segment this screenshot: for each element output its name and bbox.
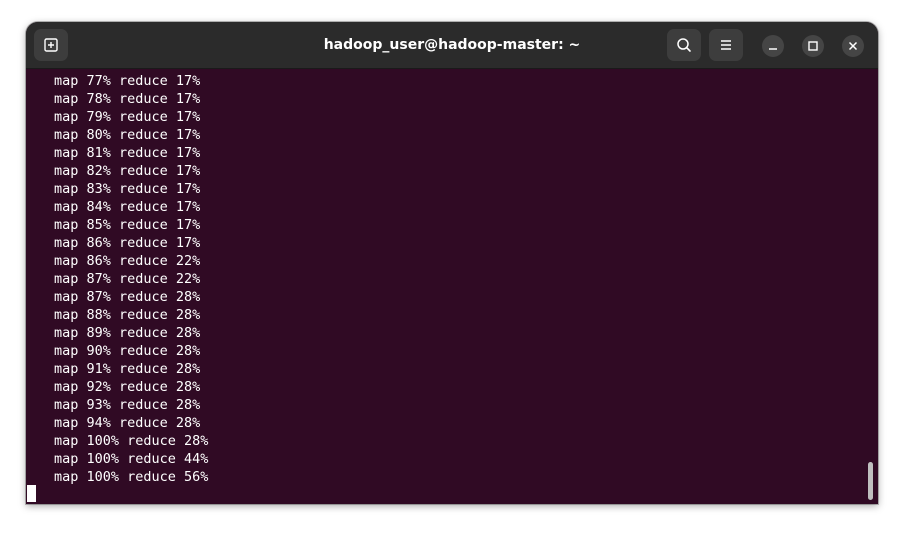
titlebar: hadoop_user@hadoop-master: ~ (26, 22, 878, 69)
output-line: map 82% reduce 17% (54, 163, 201, 179)
maximize-icon (808, 41, 818, 51)
hamburger-menu-icon (721, 40, 731, 50)
output-line: map 94% reduce 28% (54, 415, 201, 431)
terminal-output[interactable]: map 77% reduce 17% map 78% reduce 17% ma… (26, 69, 878, 504)
close-button[interactable] (842, 35, 864, 57)
output-line: map 78% reduce 17% (54, 91, 201, 107)
output-line: map 83% reduce 17% (54, 181, 201, 197)
output-line: map 88% reduce 28% (54, 307, 201, 323)
output-line: map 84% reduce 17% (54, 199, 201, 215)
maximize-button[interactable] (802, 35, 824, 57)
menu-button[interactable] (709, 29, 743, 61)
terminal-cursor (27, 485, 36, 502)
output-lines: map 77% reduce 17% map 78% reduce 17% ma… (54, 72, 208, 486)
new-tab-icon (44, 38, 58, 52)
output-line: map 87% reduce 22% (54, 271, 201, 287)
new-tab-button[interactable] (34, 29, 68, 61)
output-line: map 79% reduce 17% (54, 109, 201, 125)
output-line: map 80% reduce 17% (54, 127, 201, 143)
output-line: map 90% reduce 28% (54, 343, 201, 359)
search-icon (677, 38, 691, 52)
minimize-icon (769, 48, 777, 50)
output-line: map 86% reduce 17% (54, 235, 201, 251)
output-line: map 85% reduce 17% (54, 217, 201, 233)
output-line: map 100% reduce 44% (54, 451, 209, 467)
output-line: map 100% reduce 56% (54, 469, 209, 485)
output-line: map 92% reduce 28% (54, 379, 201, 395)
window-title: hadoop_user@hadoop-master: ~ (323, 37, 581, 53)
output-line: map 89% reduce 28% (54, 325, 201, 341)
output-line: map 91% reduce 28% (54, 361, 201, 377)
output-line: map 100% reduce 28% (54, 433, 209, 449)
scrollbar-thumb[interactable] (868, 462, 873, 500)
output-line: map 86% reduce 22% (54, 253, 201, 269)
close-icon (848, 41, 858, 51)
terminal-window: hadoop_user@hadoop-master: ~ map 77% red… (26, 22, 878, 504)
output-line: map 93% reduce 28% (54, 397, 201, 413)
output-line: map 77% reduce 17% (54, 73, 201, 89)
search-button[interactable] (667, 29, 701, 61)
output-line: map 87% reduce 28% (54, 289, 201, 305)
output-line: map 81% reduce 17% (54, 145, 201, 161)
minimize-button[interactable] (762, 35, 784, 57)
